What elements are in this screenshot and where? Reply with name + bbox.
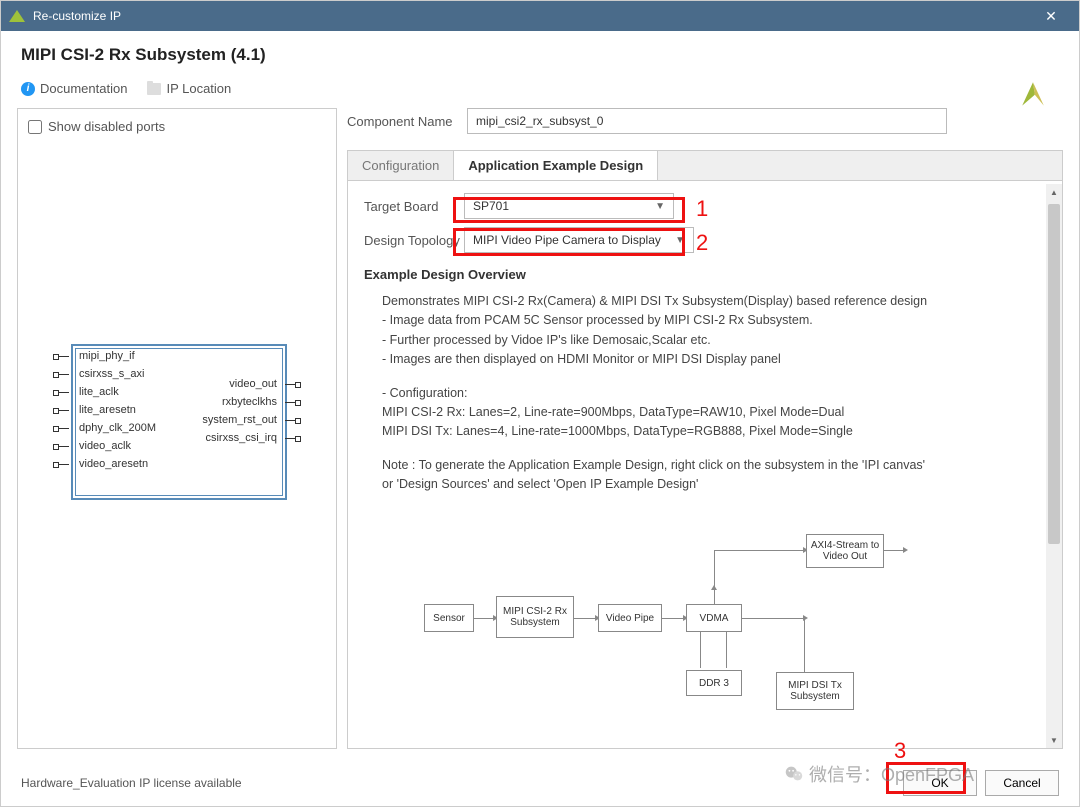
page-title: MIPI CSI-2 Rx Subsystem (4.1) [21,45,1059,65]
target-board-label: Target Board [364,199,464,214]
scroll-thumb[interactable] [1048,204,1060,544]
overview-l4: - Images are then displayed on HDMI Moni… [382,350,1046,369]
port-system-rst-out: system_rst_out [202,414,277,426]
port-csirxss-s-axi: csirxss_s_axi [79,368,144,380]
app-logo-icon [9,8,25,24]
target-board-select[interactable]: SP701 ▼ [464,193,674,219]
overview-l6: MIPI CSI-2 Rx: Lanes=2, Line-rate=900Mbp… [382,403,1046,422]
show-disabled-ports-checkbox[interactable]: Show disabled ports [28,119,326,134]
body: Show disabled ports mipi_phy_if csirxss_… [1,108,1079,759]
window: Re-customize IP ✕ MIPI CSI-2 Rx Subsyste… [0,0,1080,807]
scroll-down-icon[interactable]: ▼ [1046,732,1062,748]
component-name-label: Component Name [347,114,467,129]
overview-l5: - Configuration: [382,384,1046,403]
design-topology-row: Design Topology MIPI Video Pipe Camera t… [364,227,1046,253]
port-dphy-clk: dphy_clk_200M [79,422,156,434]
diagram-vdma: VDMA [686,604,742,632]
block-flow-diagram: Sensor MIPI CSI-2 Rx Subsystem Video Pip… [364,534,1046,734]
component-name-input[interactable] [467,108,947,134]
show-disabled-label: Show disabled ports [48,119,165,134]
cancel-button[interactable]: Cancel [985,770,1059,796]
info-icon: i [21,82,35,96]
ok-button[interactable]: OK [903,770,977,796]
documentation-link[interactable]: i Documentation [21,81,127,96]
design-topology-label: Design Topology [364,233,464,248]
port-csirxss-csi-irq: csirxss_csi_irq [205,432,277,444]
page-header: MIPI CSI-2 Rx Subsystem (4.1) [1,31,1079,75]
target-board-row: Target Board SP701 ▼ [364,193,1046,219]
ip-block-diagram: mipi_phy_if csirxss_s_axi lite_aclk lite… [47,344,307,504]
port-mipi-phy-if: mipi_phy_if [79,350,135,362]
documentation-label: Documentation [40,81,127,96]
ports-panel: Show disabled ports mipi_phy_if csirxss_… [17,108,337,749]
port-lite-aclk: lite_aclk [79,386,119,398]
close-icon[interactable]: ✕ [1031,1,1071,31]
license-status: Hardware_Evaluation IP license available [21,776,242,790]
chevron-down-icon: ▼ [655,201,665,212]
design-topology-select[interactable]: MIPI Video Pipe Camera to Display ▼ [464,227,694,253]
port-rxbyteclkhs: rxbyteclkhs [222,396,277,408]
footer: Hardware_Evaluation IP license available… [1,759,1079,806]
overview-l3: - Further processed by Vidoe IP's like D… [382,331,1046,350]
scrollbar[interactable]: ▲ ▼ [1046,184,1062,748]
iplocation-label: IP Location [166,81,231,96]
tab-container: Configuration Application Example Design… [347,150,1063,749]
design-topology-value: MIPI Video Pipe Camera to Display [473,233,661,247]
scroll-up-icon[interactable]: ▲ [1046,184,1062,200]
port-lite-aresetn: lite_aresetn [79,404,136,416]
tab-content: Target Board SP701 ▼ Design Topology MIP… [348,151,1062,748]
overview-heading: Example Design Overview [364,267,1046,282]
overview-l7: MIPI DSI Tx: Lanes=4, Line-rate=1000Mbps… [382,422,1046,441]
chevron-down-icon: ▼ [675,235,685,246]
port-video-aclk: video_aclk [79,440,131,452]
vivado-logo-icon [1015,75,1051,111]
overview-l1: Demonstrates MIPI CSI-2 Rx(Camera) & MIP… [382,292,1046,311]
ip-location-link[interactable]: IP Location [147,81,231,96]
diagram-pipe: Video Pipe [598,604,662,632]
show-disabled-checkbox[interactable] [28,120,42,134]
overview-l9: or 'Design Sources' and select 'Open IP … [382,475,1046,494]
port-video-aresetn: video_aresetn [79,458,148,470]
diagram-ddr: DDR 3 [686,670,742,696]
diagram-axi4: AXI4-Stream to Video Out [806,534,884,568]
config-panel: Component Name Configuration Application… [347,108,1063,749]
overview-l2: - Image data from PCAM 5C Sensor process… [382,311,1046,330]
component-name-row: Component Name [347,108,1063,134]
diagram-csi: MIPI CSI-2 Rx Subsystem [496,596,574,638]
overview-l8: Note : To generate the Application Examp… [382,456,1046,475]
diagram-dsi: MIPI DSI Tx Subsystem [776,672,854,710]
toolbar: i Documentation IP Location [1,75,1079,108]
target-board-value: SP701 [473,199,509,213]
diagram-sensor: Sensor [424,604,474,632]
port-video-out: video_out [229,378,277,390]
folder-icon [147,83,161,95]
titlebar: Re-customize IP ✕ [1,1,1079,31]
window-title: Re-customize IP [33,9,1031,23]
